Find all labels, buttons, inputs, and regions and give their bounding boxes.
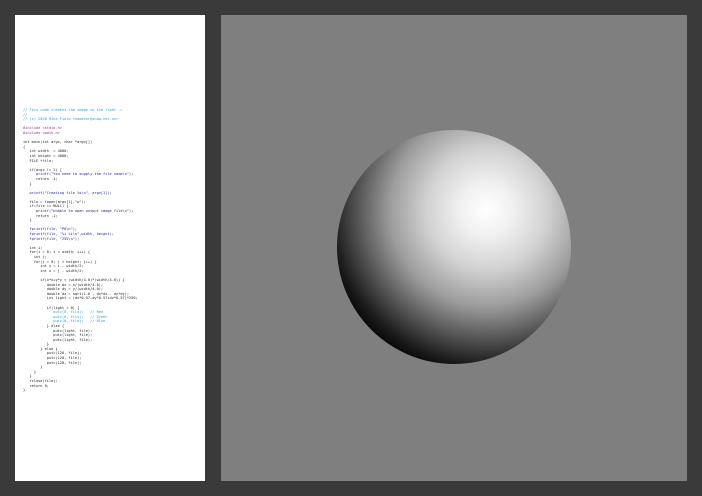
code-page: // This code creates the image to the ri… <box>15 15 205 481</box>
code-line: } <box>23 388 26 393</box>
source-code-listing: // This code creates the image to the ri… <box>23 108 203 393</box>
shaded-sphere <box>337 130 571 364</box>
rendered-image-canvas <box>221 15 687 481</box>
